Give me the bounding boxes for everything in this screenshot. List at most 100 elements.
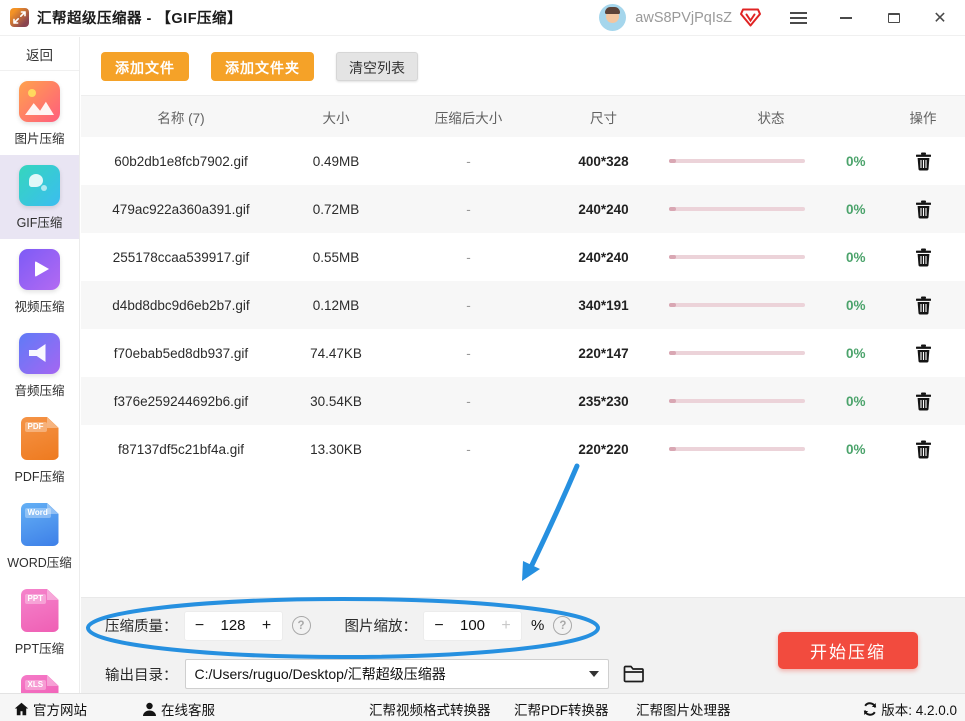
quality-value[interactable]: 128 <box>215 617 252 634</box>
sidebar-item[interactable]: Word WORD压缩 <box>0 493 79 579</box>
status-cell: 0% <box>661 202 881 217</box>
quality-help-icon[interactable]: ? <box>292 616 311 635</box>
app-logo-icon <box>10 8 29 27</box>
table-row[interactable]: 255178ccaa539917.gif 0.55MB - 240*240 0% <box>81 233 965 281</box>
sidebar-item-label: 视频压缩 <box>14 296 64 315</box>
sidebar-item[interactable]: GIF压缩 <box>0 155 79 239</box>
progress-bar <box>669 207 805 211</box>
add-folder-button[interactable]: 添加文件夹 <box>211 52 314 81</box>
file-name: f87137df5c21bf4a.gif <box>81 442 281 457</box>
user-avatar[interactable] <box>599 4 626 31</box>
status-cell: 0% <box>661 250 881 265</box>
progress-bar <box>669 159 805 163</box>
menu-button[interactable] <box>783 3 813 33</box>
progress-percent: 0% <box>846 298 866 313</box>
col-name: 名称 (7) <box>81 107 281 127</box>
statusbar: 官方网站 在线客服 汇帮视频格式转换器 汇帮PDF转换器 汇帮图片处理器 版本:… <box>0 693 965 721</box>
table-row[interactable]: f70ebab5ed8db937.gif 74.47KB - 220*147 0… <box>81 329 965 377</box>
sidebar-item[interactable]: 视频压缩 <box>0 239 79 323</box>
clear-list-button[interactable]: 清空列表 <box>336 52 418 81</box>
pdf-converter-link[interactable]: 汇帮PDF转换器 <box>514 699 609 719</box>
trash-icon <box>915 392 932 411</box>
table-row[interactable]: f87137df5c21bf4a.gif 13.30KB - 220*220 0… <box>81 425 965 473</box>
table-row[interactable]: 60b2db1e8fcb7902.gif 0.49MB - 400*328 0% <box>81 137 965 185</box>
table-header: 名称 (7) 大小 压缩后大小 尺寸 状态 操作 <box>81 95 965 137</box>
scale-value[interactable]: 100 <box>454 617 491 634</box>
minimize-button[interactable] <box>831 3 861 33</box>
folder-icon <box>623 665 645 683</box>
file-size: 0.55MB <box>281 250 391 265</box>
table-row[interactable]: 479ac922a360a391.gif 0.72MB - 240*240 0% <box>81 185 965 233</box>
table-row[interactable]: d4bd8dbc9d6eb2b7.gif 0.12MB - 340*191 0% <box>81 281 965 329</box>
browse-folder-button[interactable] <box>623 665 645 683</box>
output-path-combobox[interactable]: C:/Users/ruguo/Desktop/汇帮超级压缩器 <box>185 659 609 689</box>
scale-stepper: − 100 + <box>423 611 522 641</box>
sidebar-list: 图片压缩 GIF压缩 视频压缩 音频压缩 <box>0 71 79 721</box>
progress-percent: 0% <box>846 346 866 361</box>
sidebar-item-label: GIF压缩 <box>17 212 63 231</box>
file-name: 255178ccaa539917.gif <box>81 250 281 265</box>
delete-button[interactable] <box>881 200 965 219</box>
compressed-size: - <box>391 154 546 169</box>
delete-button[interactable] <box>881 296 965 315</box>
progress-bar <box>669 351 805 355</box>
file-type-badge: XLS <box>25 680 47 690</box>
back-button[interactable]: 返回 <box>0 37 79 71</box>
maximize-button[interactable] <box>879 3 909 33</box>
sidebar: 返回 图片压缩 GIF压缩 视频压缩 <box>0 37 80 693</box>
online-support-link[interactable]: 在线客服 <box>142 699 215 719</box>
trash-icon <box>915 296 932 315</box>
status-cell: 0% <box>661 442 881 457</box>
compressed-size: - <box>391 442 546 457</box>
col-status: 状态 <box>661 107 881 127</box>
progress-percent: 0% <box>846 250 866 265</box>
file-dimensions: 220*220 <box>546 442 661 457</box>
dropdown-arrow-icon <box>589 671 599 677</box>
file-type-badge: Word <box>25 508 51 518</box>
app-title: 汇帮超级压缩器 - 【GIF压缩】 <box>37 7 242 28</box>
video-converter-link[interactable]: 汇帮视频格式转换器 <box>369 699 491 719</box>
sidebar-item[interactable]: 音频压缩 <box>0 323 79 407</box>
update-refresh-icon <box>863 702 877 716</box>
compressed-size: - <box>391 394 546 409</box>
close-button[interactable]: ✕ <box>925 3 955 33</box>
file-size: 0.49MB <box>281 154 391 169</box>
compressed-size: - <box>391 346 546 361</box>
delete-button[interactable] <box>881 392 965 411</box>
delete-button[interactable] <box>881 152 965 171</box>
status-cell: 0% <box>661 394 881 409</box>
quality-plus-button[interactable]: + <box>252 617 282 635</box>
quality-minus-button[interactable]: − <box>185 617 215 635</box>
delete-button[interactable] <box>881 344 965 363</box>
delete-button[interactable] <box>881 440 965 459</box>
sidebar-item-label: 音频压缩 <box>14 380 64 399</box>
official-website-link[interactable]: 官方网站 <box>14 699 87 719</box>
scale-plus-button[interactable]: + <box>491 617 521 635</box>
start-compression-button[interactable]: 开始压缩 <box>778 632 918 669</box>
sidebar-item-icon <box>19 249 60 290</box>
col-action: 操作 <box>881 107 965 127</box>
sidebar-item[interactable]: PDF PDF压缩 <box>0 407 79 493</box>
file-name: 60b2db1e8fcb7902.gif <box>81 154 281 169</box>
compressed-size: - <box>391 202 546 217</box>
progress-bar <box>669 399 805 403</box>
trash-icon <box>915 152 932 171</box>
sidebar-item-icon: PPT <box>21 589 59 632</box>
file-name: 479ac922a360a391.gif <box>81 202 281 217</box>
file-dimensions: 340*191 <box>546 298 661 313</box>
file-size: 74.47KB <box>281 346 391 361</box>
col-size: 大小 <box>281 107 391 127</box>
add-file-button[interactable]: 添加文件 <box>101 52 189 81</box>
file-size: 0.12MB <box>281 298 391 313</box>
scale-minus-button[interactable]: − <box>424 617 454 635</box>
image-processor-link[interactable]: 汇帮图片处理器 <box>636 699 731 719</box>
progress-percent: 0% <box>846 442 866 457</box>
vip-badge-icon[interactable] <box>740 8 761 27</box>
scale-help-icon[interactable]: ? <box>553 616 572 635</box>
progress-percent: 0% <box>846 154 866 169</box>
output-directory-row: 输出目录： C:/Users/ruguo/Desktop/汇帮超级压缩器 <box>105 659 645 689</box>
table-row[interactable]: f376e259244692b6.gif 30.54KB - 235*230 0… <box>81 377 965 425</box>
sidebar-item[interactable]: 图片压缩 <box>0 71 79 155</box>
delete-button[interactable] <box>881 248 965 267</box>
sidebar-item[interactable]: PPT PPT压缩 <box>0 579 79 665</box>
